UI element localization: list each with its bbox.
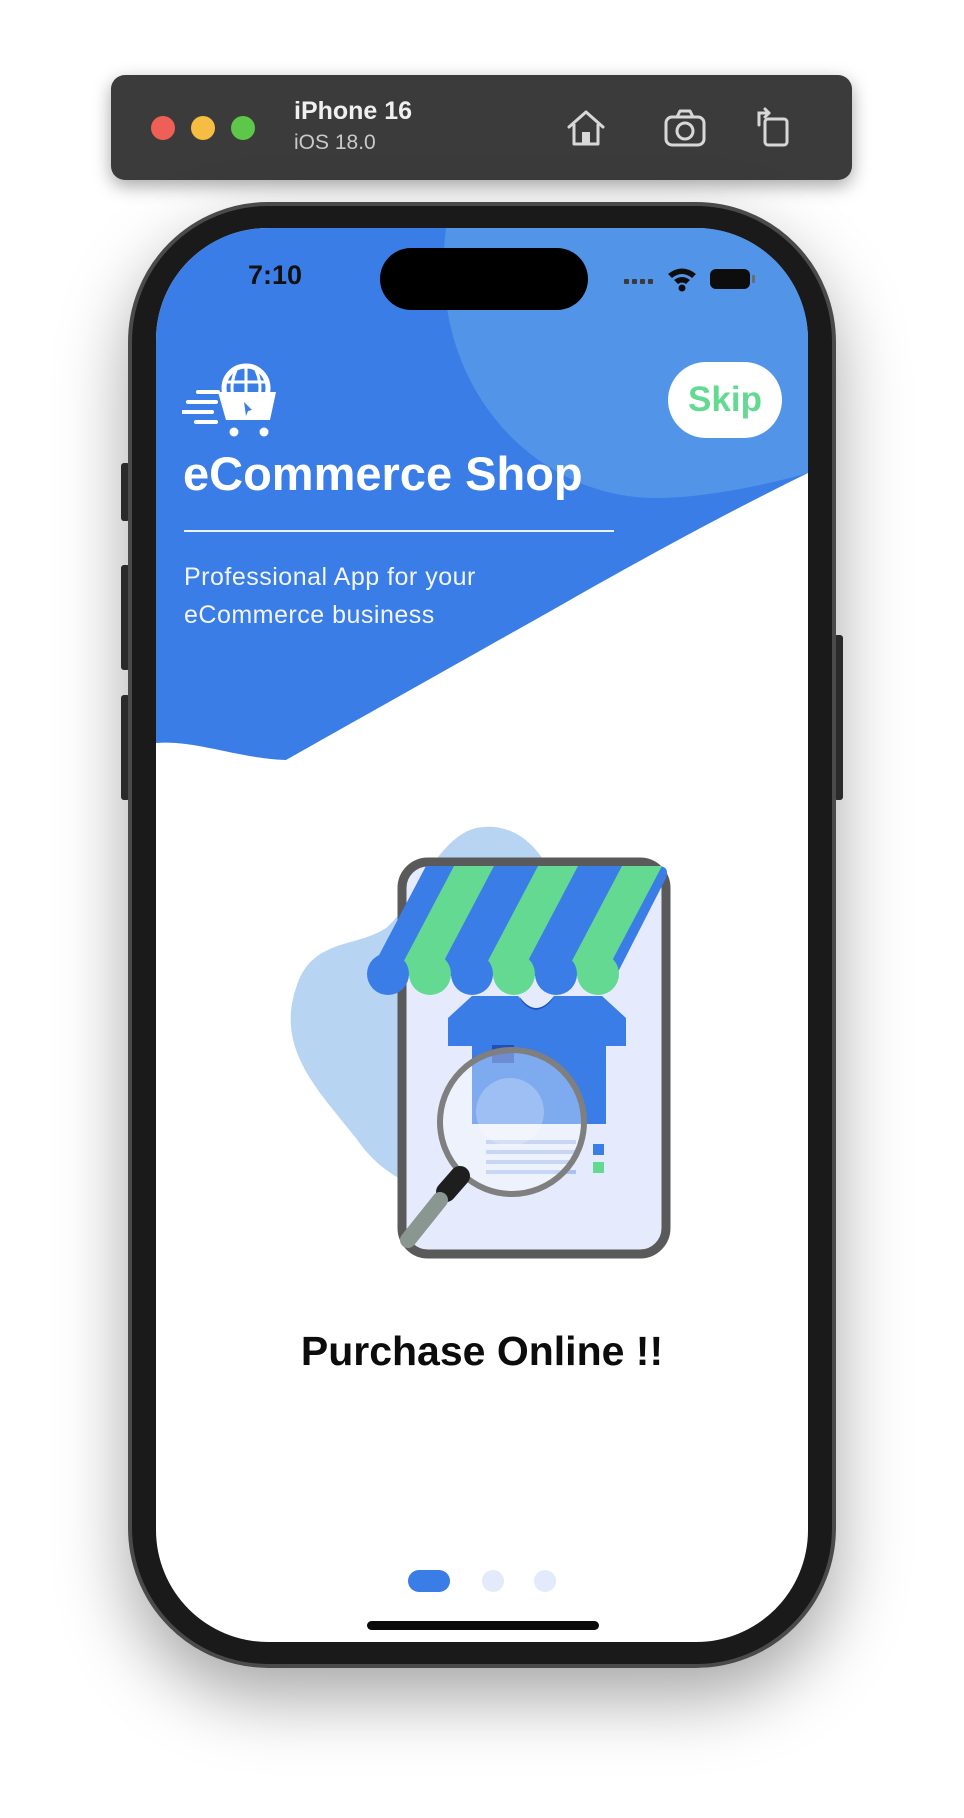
status-icons (624, 268, 755, 292)
app-screen: 7:10 Skip eCommerce Shop Professional Ap… (156, 228, 808, 1642)
title-divider (184, 530, 614, 532)
shop-cart-logo-icon (182, 363, 276, 437)
cellular-signal-icon (624, 279, 653, 284)
skip-button[interactable]: Skip (668, 362, 782, 438)
battery-icon (710, 269, 755, 289)
page-dot-3[interactable] (534, 1570, 556, 1592)
home-indicator[interactable] (367, 1621, 599, 1630)
dynamic-island (380, 248, 588, 310)
status-time: 7:10 (248, 260, 303, 290)
close-window-button[interactable] (151, 116, 175, 140)
simulator-toolbar: iPhone 16 iOS 18.0 (111, 75, 852, 180)
app-title: eCommerce Shop (183, 447, 583, 500)
device-name: iPhone 16 (294, 97, 413, 125)
screenshot-icon[interactable] (662, 105, 708, 151)
page-dot-2[interactable] (482, 1570, 504, 1592)
page-indicator (408, 1570, 558, 1592)
rotate-icon[interactable] (751, 105, 797, 151)
home-icon[interactable] (563, 105, 609, 151)
zoom-window-button[interactable] (231, 116, 255, 140)
onboarding-headline: Purchase Online !! (300, 1328, 664, 1374)
page-dot-1-active[interactable] (408, 1570, 450, 1592)
os-version: iOS 18.0 (294, 131, 376, 154)
wifi-icon (668, 268, 696, 292)
app-tagline: Professional App for your eCommerce busi… (184, 563, 476, 629)
minimize-window-button[interactable] (191, 116, 215, 140)
online-shop-search-illustration (290, 826, 671, 1259)
